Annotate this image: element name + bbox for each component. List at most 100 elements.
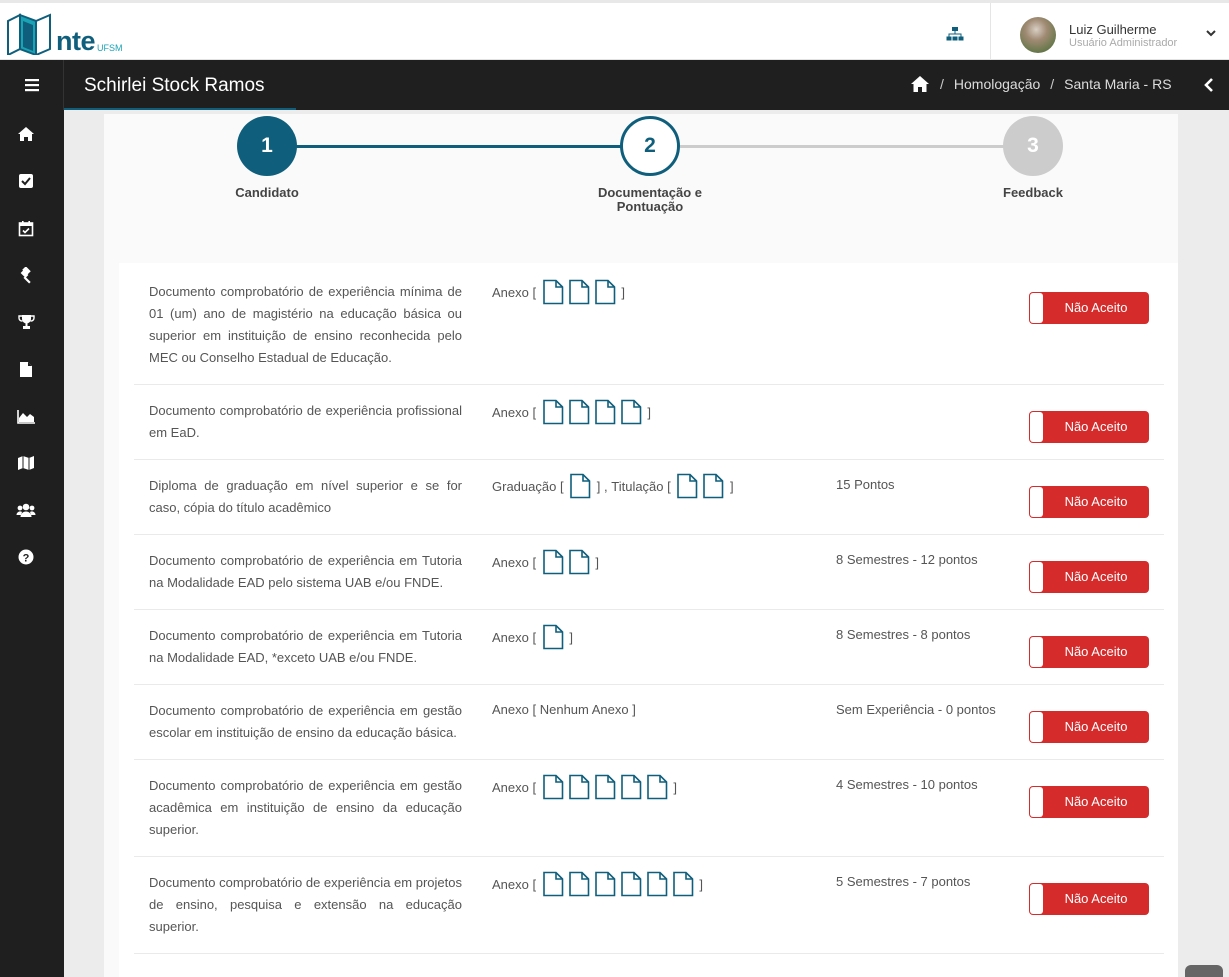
attachment-group-label: Graduação: [492, 478, 557, 494]
document-file-icon[interactable]: [594, 399, 616, 425]
home-icon[interactable]: [910, 75, 930, 93]
row-attachments: Anexo [ ]: [492, 279, 625, 305]
user-name[interactable]: Luiz Guilherme: [1069, 22, 1156, 37]
document-file-icon[interactable]: [646, 871, 668, 897]
row-description: Documento comprobatório de experiência e…: [149, 875, 462, 934]
document-file-icon[interactable]: [568, 279, 590, 305]
document-file-icon[interactable]: [676, 473, 698, 499]
not-accepted-toggle[interactable]: Não Aceito: [1029, 786, 1149, 818]
gavel-icon: [20, 266, 31, 284]
help-icon: ?: [18, 549, 34, 565]
bracket-close: ]: [565, 629, 573, 645]
document-file-icon[interactable]: [568, 871, 590, 897]
document-file-icon[interactable]: [568, 399, 590, 425]
toggle-knob: [1030, 712, 1043, 742]
toggle-label: Não Aceito: [1064, 300, 1128, 315]
toggle-label: Não Aceito: [1064, 891, 1128, 906]
bracket-close: ]: [628, 702, 636, 717]
document-file-icon[interactable]: [568, 774, 590, 800]
document-file-icon[interactable]: [568, 549, 590, 575]
step-3-circle[interactable]: 3: [1003, 116, 1063, 176]
step-2-circle[interactable]: 2: [620, 116, 680, 176]
title-bar: Schirlei Stock Ramos / Homologação / San…: [0, 60, 1229, 112]
not-accepted-toggle[interactable]: Não Aceito: [1029, 883, 1149, 915]
sidebar-item-help[interactable]: ?: [0, 537, 52, 577]
sidebar-item-users[interactable]: [0, 490, 52, 530]
document-file-icon[interactable]: [594, 279, 616, 305]
row-attachments: Anexo [ ]: [492, 399, 651, 425]
toggle-knob: [1030, 412, 1043, 442]
breadcrumb-item-city: Santa Maria - RS: [1064, 76, 1172, 92]
attachment-group-label: Anexo: [492, 702, 529, 717]
row-score: 8 Semestres - 12 pontos: [836, 552, 978, 567]
sidebar-item-documents[interactable]: [0, 349, 52, 389]
sidebar-item-map[interactable]: [0, 443, 52, 483]
table-row: Diploma de graduação em nível superior e…: [134, 460, 1164, 535]
document-file-icon[interactable]: [620, 399, 642, 425]
sidebar-item-ranking[interactable]: [0, 302, 52, 342]
row-score: 8 Semestres - 8 pontos: [836, 627, 971, 642]
file-icon: [20, 361, 32, 377]
row-description: Documento comprobatório de experiência p…: [149, 403, 462, 440]
document-file-icon[interactable]: [569, 473, 591, 499]
sidebar-item-schedule[interactable]: [0, 208, 52, 248]
document-file-icon[interactable]: [672, 871, 694, 897]
sidebar-item-home[interactable]: [0, 114, 52, 154]
document-file-icon[interactable]: [542, 774, 564, 800]
logo-icon: [7, 13, 51, 55]
attachment-separator: ,: [600, 478, 612, 494]
sidebar-item-reports[interactable]: [0, 396, 52, 436]
menu-toggle-button[interactable]: [0, 60, 64, 110]
document-file-icon[interactable]: [620, 871, 642, 897]
sitemap-button[interactable]: [942, 21, 968, 47]
sidebar-item-tasks[interactable]: [0, 161, 52, 201]
top-header: nte UFSM Luiz Guilherme Usuário Administ…: [0, 0, 1229, 60]
svg-text:?: ?: [23, 552, 30, 564]
breadcrumb-item-homologacao[interactable]: Homologação: [954, 76, 1040, 92]
toggle-knob: [1030, 884, 1043, 914]
area-chart-icon: [16, 409, 35, 424]
toggle-label: Não Aceito: [1064, 569, 1128, 584]
document-file-icon[interactable]: [542, 399, 564, 425]
not-accepted-toggle[interactable]: Não Aceito: [1029, 711, 1149, 743]
row-attachments: Anexo [ ]: [492, 624, 573, 650]
collapse-panel-button[interactable]: [1200, 76, 1218, 94]
document-file-icon[interactable]: [702, 473, 724, 499]
not-accepted-toggle[interactable]: Não Aceito: [1029, 486, 1149, 518]
row-score: 15 Pontos: [836, 477, 895, 492]
document-file-icon[interactable]: [594, 774, 616, 800]
document-file-icon[interactable]: [542, 549, 564, 575]
not-accepted-toggle[interactable]: Não Aceito: [1029, 411, 1149, 443]
document-file-icon[interactable]: [542, 624, 564, 650]
attachment-group-label: Anexo: [492, 779, 529, 795]
logo[interactable]: nte UFSM: [6, 13, 123, 55]
document-file-icon[interactable]: [646, 774, 668, 800]
document-file-icon[interactable]: [542, 871, 564, 897]
bracket-open: [: [528, 554, 540, 570]
document-file-icon[interactable]: [620, 774, 642, 800]
not-accepted-toggle[interactable]: Não Aceito: [1029, 561, 1149, 593]
table-row: Documento comprobatório de experiência e…: [134, 685, 1164, 760]
not-accepted-toggle[interactable]: Não Aceito: [1029, 292, 1149, 324]
calendar-check-icon: [18, 220, 34, 236]
scroll-to-top-button[interactable]: [1185, 965, 1223, 977]
not-accepted-toggle[interactable]: Não Aceito: [1029, 636, 1149, 668]
row-attachments: Anexo [ ]: [492, 774, 677, 800]
row-description: Documento comprobatório de experiência m…: [149, 284, 462, 365]
user-menu-toggle[interactable]: [1204, 26, 1218, 40]
document-file-icon[interactable]: [594, 871, 616, 897]
document-file-icon[interactable]: [542, 279, 564, 305]
row-description: Documento comprobatório de experiência e…: [149, 778, 462, 837]
logo-text: nte: [56, 26, 96, 56]
sidebar-item-judgement[interactable]: [0, 255, 52, 295]
row-description: Diploma de graduação em nível superior e…: [149, 478, 462, 515]
bracket-close: ]: [643, 404, 651, 420]
row-attachments: Graduação [ ] , Titulação [ ]: [492, 473, 734, 499]
toggle-label: Não Aceito: [1064, 494, 1128, 509]
table-row: Documento comprobatório de experiência e…: [134, 857, 1164, 954]
map-icon: [18, 456, 34, 470]
user-avatar[interactable]: [1020, 17, 1056, 53]
step-1-circle[interactable]: 1: [237, 116, 297, 176]
bracket-open: [: [528, 284, 540, 300]
row-description: Documento comprobatório de experiência e…: [149, 703, 462, 740]
